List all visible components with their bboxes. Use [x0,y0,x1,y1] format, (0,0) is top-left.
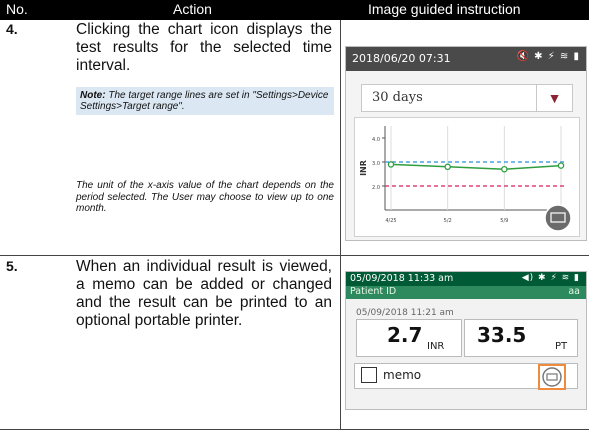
patient-id-bar: Patient ID aa [346,286,586,299]
instruction-table: No. Action Image guided instruction 4. C… [0,0,589,430]
step-action: When an individual result is viewed, a m… [76,258,332,329]
step-action: Clicking the chart icon displays the tes… [76,21,332,74]
step-number: 5. [6,258,18,274]
inr-result-box: 2.7 INR [356,319,462,357]
pt-value: 33.5 [477,323,527,347]
pt-result-box: 33.5 PT [464,319,578,357]
row-divider [0,255,589,256]
column-divider [340,20,341,430]
device-status-bar: 2018/06/20 07:31 🔇 ✱ ⚡ ≋ ▮ [346,47,586,71]
note-text: The target range lines are set in "Setti… [80,90,329,112]
y-tick-label: 2.0 [372,185,380,191]
inr-chart-svg: 4.03.02.0INR4/255/25/95/2 [359,126,572,232]
device-status-bar: 05/09/2018 11:33 am ◀) ✱ ⚡ ≋ ▮ [346,272,586,286]
x-tick-label: 4/25 [385,218,396,224]
data-point [444,163,451,171]
step-extra-text: The unit of the x-axis value of the char… [76,180,334,214]
result-datetime: 05/09/2018 11:21 am [356,308,454,318]
data-point [501,165,508,173]
period-select[interactable]: 30 days ▼ [361,84,573,112]
header-image: Image guided instruction [368,1,521,17]
note-label: Note: [80,90,106,101]
printer-button[interactable] [538,364,566,390]
note-box: Note: The target range lines are set in … [76,87,334,115]
printer-icon [542,367,562,387]
status-icons: ◀) ✱ ⚡ ≋ ▮ [521,273,580,283]
patient-id-value: aa [568,286,580,297]
data-point [557,162,565,169]
step-number: 4. [6,21,18,37]
edit-icon[interactable] [361,367,377,383]
device-screen-result: 05/09/2018 11:33 am ◀) ✱ ⚡ ≋ ▮ Patient I… [345,271,587,410]
inr-chart: 4.03.02.0INR4/255/25/95/2 [354,117,580,237]
header-action: Action [173,1,212,17]
y-tick-label: 3.0 [372,161,380,167]
dropdown-arrow-icon[interactable]: ▼ [536,85,572,111]
device-screen-chart: 2018/06/20 07:31 🔇 ✱ ⚡ ≋ ▮ 30 days ▼ 4.0… [345,46,587,241]
device-datetime: 05/09/2018 11:33 am [350,273,454,284]
memo-label: memo [383,368,422,382]
device-datetime: 2018/06/20 07:31 [352,52,451,65]
pt-unit: PT [555,341,568,352]
patient-id-label: Patient ID [350,286,397,297]
table-header: No. Action Image guided instruction [0,0,589,20]
period-value: 30 days [372,90,423,105]
x-tick-label: 5/9 [500,218,508,224]
header-no: No. [6,1,28,17]
x-tick-label: 5/2 [444,218,452,224]
inr-value: 2.7 [387,323,423,347]
y-tick-label: 4.0 [372,137,380,143]
data-point [387,161,395,168]
inr-unit: INR [427,341,445,352]
series-line [390,163,562,170]
chart-icon[interactable] [544,204,572,232]
y-axis-label: INR [359,160,368,176]
status-icons: 🔇 ✱ ⚡ ≋ ▮ [516,51,580,62]
